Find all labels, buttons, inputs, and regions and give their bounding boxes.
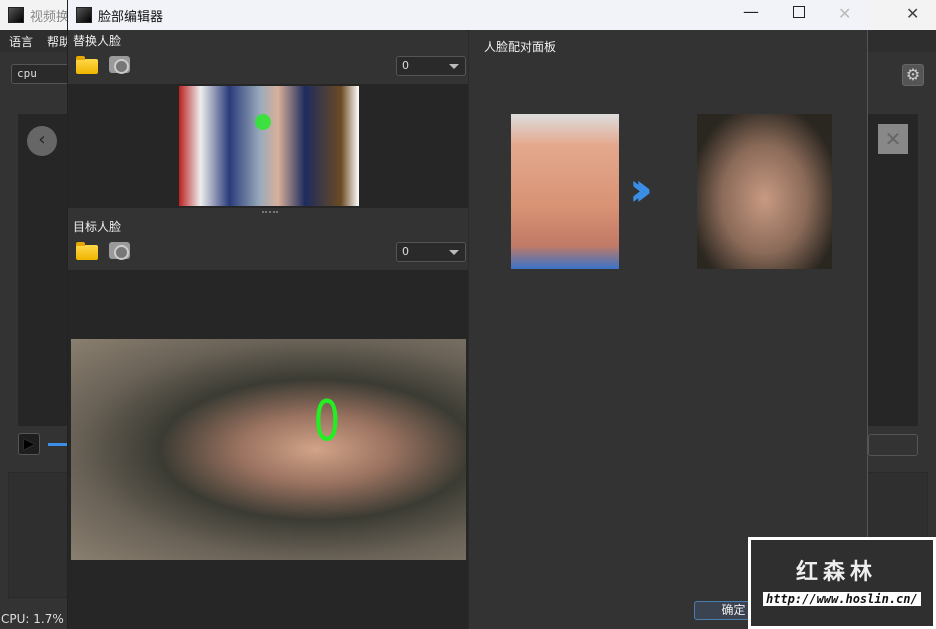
device-select-value: cpu: [17, 67, 37, 80]
target-image: 0: [71, 339, 466, 560]
cpu-status: CPU: 1.7%: [1, 612, 64, 626]
app-icon: [8, 7, 24, 23]
dialog-titlebar: 脸部编辑器 — ✕: [68, 0, 869, 30]
watermark-logo: 红森林 http://www.hoslin.cn/: [748, 537, 936, 629]
source-face-thumbnail: [511, 114, 619, 269]
play-button[interactable]: ▶: [18, 433, 40, 455]
timeline-slider[interactable]: [48, 443, 68, 446]
source-face-index-value: 0: [402, 59, 409, 72]
next-button[interactable]: [868, 434, 918, 456]
face-editor-dialog: 脸部编辑器 — ✕ 替换人脸 0 目标人脸 0 0 人脸配对面板 ›› 确定 取…: [67, 0, 869, 629]
minimize-button[interactable]: —: [743, 2, 759, 21]
dialog-app-icon: [76, 7, 92, 23]
dialog-title: 脸部编辑器: [98, 10, 164, 25]
device-select[interactable]: cpu: [11, 64, 71, 84]
source-face-index-select[interactable]: 0: [396, 56, 466, 76]
watermark-url: http://www.hoslin.cn/: [763, 592, 921, 606]
dialog-close-button[interactable]: ✕: [838, 4, 851, 23]
source-camera-icon[interactable]: [109, 56, 130, 74]
target-face-index-value: 0: [402, 245, 409, 258]
target-image-area: 0: [68, 270, 468, 629]
pair-panel-label: 人脸配对面板: [484, 40, 557, 54]
watermark-name: 红森林: [796, 560, 878, 585]
target-face-thumbnail: [697, 114, 832, 269]
target-face-index-select[interactable]: 0: [396, 242, 466, 262]
prev-arrow-icon[interactable]: ‹: [27, 126, 57, 156]
source-image: [179, 86, 359, 206]
panel-divider[interactable]: [468, 30, 469, 629]
menu-language[interactable]: 语言: [9, 33, 33, 50]
source-folder-icon[interactable]: [76, 56, 98, 74]
target-face-marker: 0: [313, 389, 341, 454]
source-face-label: 替换人脸: [73, 34, 122, 48]
main-close-button[interactable]: ✕: [906, 4, 919, 23]
maximize-button[interactable]: [793, 6, 805, 18]
remove-close-icon[interactable]: ✕: [878, 124, 908, 154]
main-window-title: 视频换: [30, 10, 70, 25]
target-camera-icon[interactable]: [109, 242, 130, 260]
arrow-right-icon: ››: [629, 162, 653, 216]
splitter-handle[interactable]: [262, 211, 278, 213]
settings-gear-icon[interactable]: ⚙: [902, 64, 924, 86]
source-image-area: [68, 84, 468, 208]
target-folder-icon[interactable]: [76, 242, 98, 260]
target-face-label: 目标人脸: [73, 220, 122, 234]
source-face-marker-icon: [255, 114, 271, 130]
